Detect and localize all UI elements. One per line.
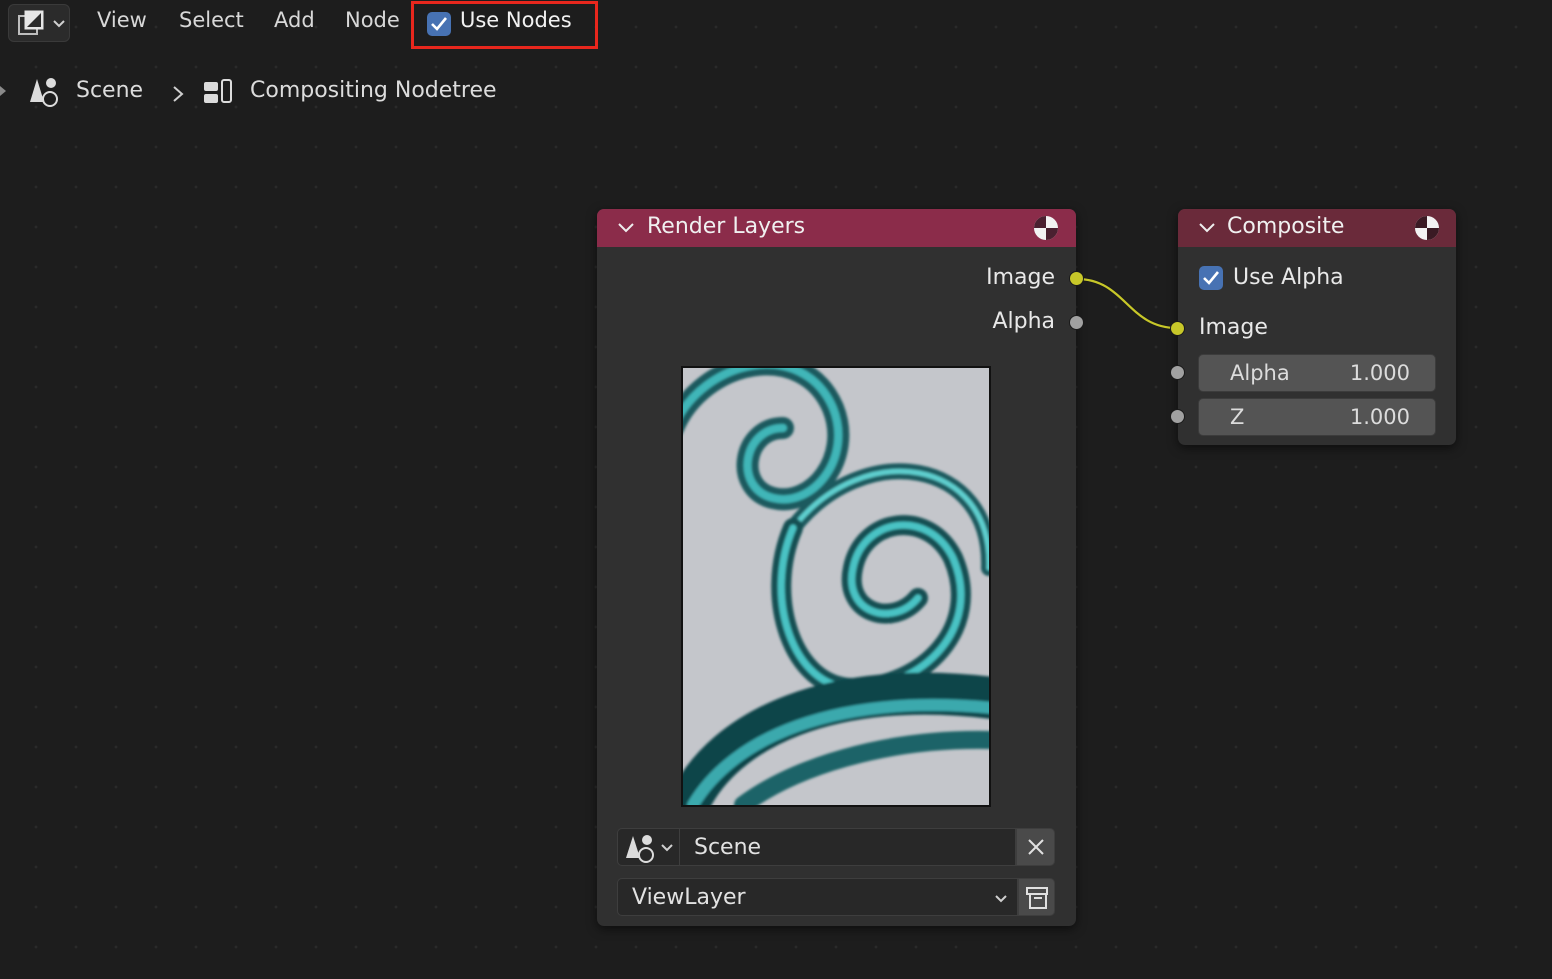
- collapse-chevron-icon[interactable]: [1198, 221, 1216, 235]
- scene-field[interactable]: Scene: [679, 828, 1016, 866]
- preview-toggle-icon[interactable]: [1413, 214, 1441, 242]
- composite-title: Composite: [1227, 214, 1345, 239]
- chevron-down-icon: [53, 20, 65, 28]
- menu-node[interactable]: Node: [345, 8, 400, 32]
- render-preview-image: [681, 366, 991, 807]
- node-editor-header: View Select Add Node Use Nodes: [0, 0, 1552, 49]
- z-value-field[interactable]: Z 1.000: [1198, 398, 1436, 436]
- compositor-editor-icon: [18, 10, 44, 35]
- input-alpha-socket[interactable]: [1170, 365, 1185, 380]
- highlight-box: [411, 1, 598, 49]
- z-field-label: Z: [1230, 405, 1245, 429]
- breadcrumb: Scene Compositing Nodetree: [0, 60, 600, 124]
- breadcrumb-scene: Scene: [76, 78, 144, 103]
- editor-type-button[interactable]: [8, 4, 70, 42]
- composite-node[interactable]: Composite Use Alpha Image Alpha 1.000 Z …: [1178, 209, 1456, 445]
- composite-header[interactable]: Composite: [1178, 209, 1456, 247]
- scene-type-dropdown[interactable]: [617, 828, 680, 866]
- use-alpha-checkbox[interactable]: [1199, 266, 1223, 290]
- use-alpha-label[interactable]: Use Alpha: [1233, 265, 1344, 290]
- menu-select[interactable]: Select: [179, 8, 244, 32]
- chevron-right-icon: [173, 86, 184, 102]
- z-field-value: 1.000: [1349, 405, 1410, 429]
- scene-icon: [626, 835, 654, 863]
- alpha-value-field[interactable]: Alpha 1.000: [1198, 354, 1436, 392]
- collapse-chevron-icon[interactable]: [617, 221, 635, 235]
- chevron-down-icon: [995, 895, 1007, 903]
- view-layer-dropdown[interactable]: ViewLayer: [617, 878, 1018, 916]
- preview-toggle-icon[interactable]: [1032, 214, 1060, 242]
- render-layers-node[interactable]: Render Layers Image Alpha Scene ViewLaye…: [597, 209, 1076, 926]
- render-icon: [1026, 887, 1048, 909]
- output-image-label: Image: [986, 265, 1055, 290]
- close-icon: [1028, 839, 1044, 855]
- input-image-label: Image: [1199, 315, 1268, 340]
- sidebar-toggle-icon[interactable]: [0, 84, 8, 98]
- view-layer-value: ViewLayer: [632, 885, 746, 910]
- output-image-socket[interactable]: [1069, 271, 1084, 286]
- input-image-socket[interactable]: [1170, 321, 1185, 336]
- chevron-down-icon: [661, 844, 673, 852]
- output-alpha-socket[interactable]: [1069, 315, 1084, 330]
- menu-add[interactable]: Add: [274, 8, 315, 32]
- render-layer-button[interactable]: [1018, 878, 1055, 916]
- clear-scene-button[interactable]: [1016, 828, 1055, 866]
- scene-field-value: Scene: [694, 835, 762, 860]
- alpha-field-value: 1.000: [1349, 361, 1410, 385]
- scene-icon: [30, 78, 58, 107]
- nodetree-icon: [204, 79, 232, 103]
- menu-view[interactable]: View: [97, 8, 147, 32]
- breadcrumb-nodetree: Compositing Nodetree: [250, 78, 497, 103]
- input-z-socket[interactable]: [1170, 409, 1185, 424]
- output-alpha-label: Alpha: [992, 309, 1055, 334]
- render-preview-graphic: [683, 368, 989, 805]
- render-layers-title: Render Layers: [647, 214, 806, 239]
- render-layers-header[interactable]: Render Layers: [597, 209, 1076, 247]
- checkmark-icon: [1203, 271, 1220, 285]
- alpha-field-label: Alpha: [1230, 361, 1290, 385]
